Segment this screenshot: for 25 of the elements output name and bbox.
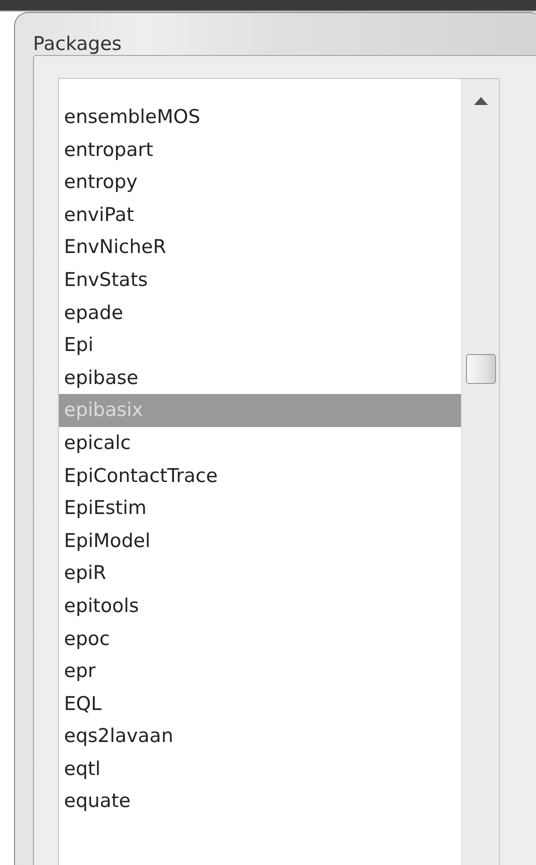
list-item[interactable]: epoc (59, 622, 461, 656)
scroll-thumb[interactable] (466, 354, 496, 384)
list-item[interactable]: eqs2lavaan (59, 720, 461, 753)
scroll-up-icon[interactable] (474, 97, 488, 105)
list-item[interactable]: epibase (59, 362, 461, 394)
list-item[interactable]: EpiModel (59, 524, 461, 558)
list-item[interactable]: epiR (59, 557, 461, 590)
list-item[interactable]: ensembleMOS (59, 101, 461, 134)
list-item[interactable]: epicalc (59, 426, 461, 460)
list-item[interactable]: eqtl (59, 752, 461, 786)
list-item[interactable]: EQL (59, 688, 461, 720)
list-item[interactable]: entropy (59, 166, 461, 199)
scrollbar[interactable] (461, 79, 499, 865)
list-item[interactable]: epr (59, 655, 461, 688)
list-item[interactable]: EnvNicheR (59, 231, 461, 264)
list-item[interactable]: EnvStats (59, 264, 461, 297)
list-item[interactable]: EpiEstim (59, 492, 461, 525)
list-item[interactable]: equate (59, 785, 461, 818)
list-item[interactable]: EpiContactTrace (59, 460, 461, 492)
window-title: Packages (33, 33, 123, 55)
list-item[interactable]: epitools (59, 590, 461, 622)
list-item[interactable]: Epi (59, 329, 461, 362)
list-item[interactable]: epade (59, 296, 461, 330)
list-item[interactable]: enviPat (59, 198, 461, 232)
list-item[interactable]: entropart (59, 134, 461, 166)
